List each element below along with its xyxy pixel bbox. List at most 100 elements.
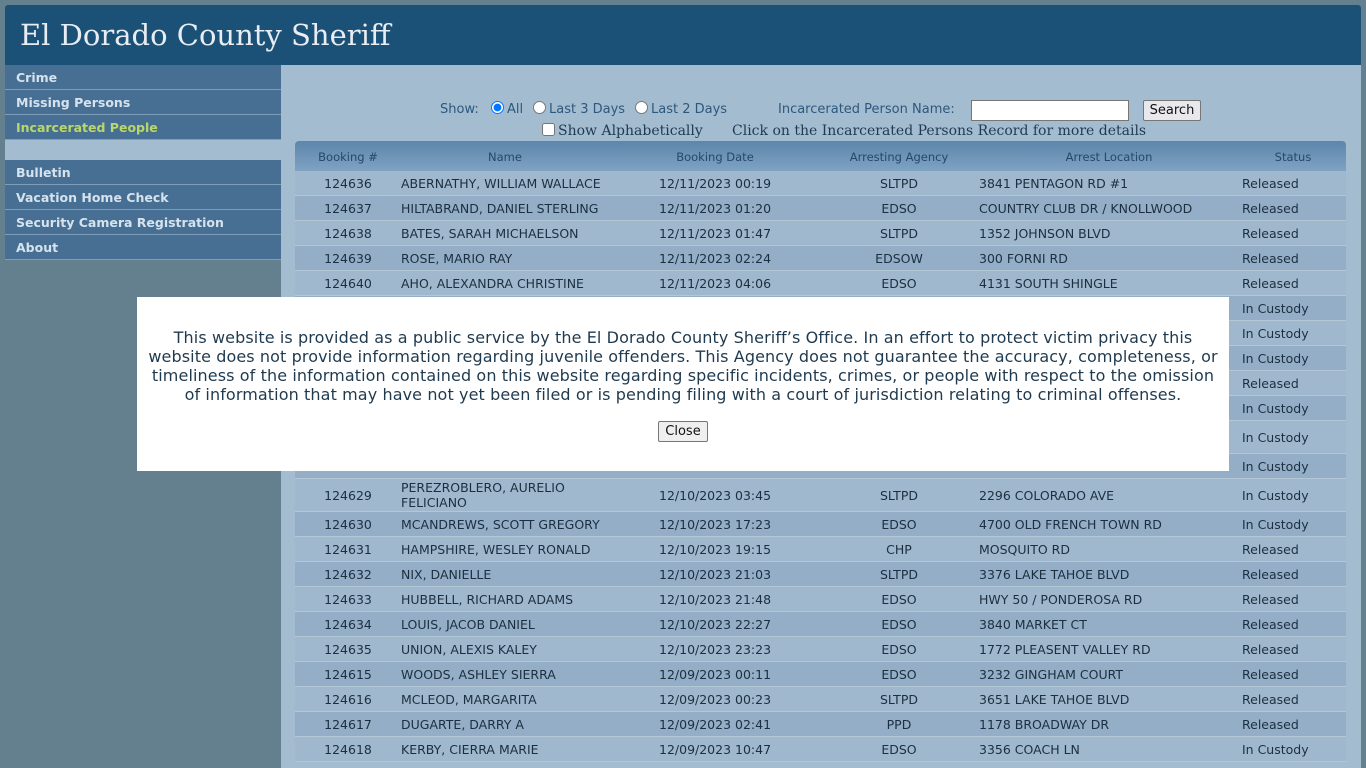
name-cell: KERBY, CIERRA MARIE <box>401 742 539 757</box>
name-cell: HILTABRAND, DANIEL STERLING <box>401 201 599 216</box>
agency-cell: SLTPD <box>880 226 918 241</box>
table-row[interactable]: 124630 MCANDREWS, SCOTT GREGORY 12/10/2023… <box>295 512 1346 537</box>
search-button[interactable]: Search <box>1143 100 1201 121</box>
status-cell: Released <box>1242 642 1299 657</box>
col-name[interactable]: Name <box>455 150 555 164</box>
location-cell: 1178 BROADWAY DR <box>979 717 1110 732</box>
nav-item-bulletin[interactable]: Bulletin <box>5 160 281 185</box>
name-cell: PEREZROBLERO, AURELIO FELICIANO <box>401 480 565 510</box>
show-last-3-days-label[interactable]: Last 3 Days <box>549 102 625 117</box>
nav-group-primary: Crime Missing Persons Incarcerated Peopl… <box>5 65 281 140</box>
status-cell: Released <box>1242 567 1299 582</box>
table-row[interactable]: 124632 NIX, DANIELLE 12/10/2023 21:03 SLTPD… <box>295 562 1346 587</box>
table-row[interactable]: 124638 BATES, SARAH MICHAELSON 12/11/2023 … <box>295 221 1346 246</box>
location-cell: 3232 GINGHAM COURT <box>979 667 1124 682</box>
booking-date-cell: 12/10/2023 19:15 <box>659 542 772 557</box>
status-cell: Released <box>1242 176 1299 191</box>
show-last-3-days-radio[interactable] <box>533 101 546 114</box>
name-cell: MCANDREWS, SCOTT GREGORY <box>401 517 600 532</box>
status-cell: In Custody <box>1242 326 1309 341</box>
table-row[interactable]: 124636 ABERNATHY, WILLIAM WALLACE 12/11/20… <box>295 171 1346 196</box>
col-booking[interactable]: Booking # <box>295 150 401 164</box>
status-cell: Released <box>1242 376 1299 391</box>
agency-cell: EDSO <box>881 742 917 757</box>
table-row[interactable]: 124635 UNION, ALEXIS KALEY 12/10/2023 23:2… <box>295 637 1346 662</box>
show-all-radio[interactable] <box>491 101 504 114</box>
nav-item-about[interactable]: About <box>5 235 281 260</box>
table-row[interactable]: 124616 MCLEOD, MARGARITA 12/09/2023 00:23 S… <box>295 687 1346 712</box>
col-arrest-location[interactable]: Arrest Location <box>1035 150 1183 164</box>
location-cell: 3376 LAKE TAHOE BLVD <box>979 567 1130 582</box>
status-cell: In Custody <box>1242 459 1309 474</box>
table-row[interactable]: 124615 WOODS, ASHLEY SIERRA 12/09/2023 00:… <box>295 662 1346 687</box>
location-cell: 2296 COLORADO AVE <box>979 488 1115 503</box>
col-arresting-agency[interactable]: Arresting Agency <box>835 150 963 164</box>
name-cell: NIX, DANIELLE <box>401 567 492 582</box>
location-cell: MOSQUITO RD <box>979 542 1070 557</box>
nav-spacer <box>5 140 281 160</box>
location-cell: HWY 50 / PONDEROSA RD <box>979 592 1143 607</box>
status-cell: Released <box>1242 226 1299 241</box>
nav-group-secondary: Bulletin Vacation Home Check Security Ca… <box>5 160 281 260</box>
close-button[interactable]: Close <box>658 421 708 442</box>
nav-item-missing-persons[interactable]: Missing Persons <box>5 90 281 115</box>
booking-cell: 124639 <box>324 251 372 266</box>
agency-cell: EDSO <box>881 592 917 607</box>
records-hint: Click on the Incarcerated Persons Record… <box>732 123 1147 139</box>
nav-item-vacation-home-check[interactable]: Vacation Home Check <box>5 185 281 210</box>
booking-date-cell: 12/11/2023 00:19 <box>659 176 772 191</box>
show-last-2-days-label[interactable]: Last 2 Days <box>651 102 727 117</box>
booking-date-cell: 12/09/2023 00:11 <box>659 667 772 682</box>
col-status[interactable]: Status <box>1255 150 1331 164</box>
table-row[interactable]: 124637 HILTABRAND, DANIEL STERLING 12/11/2… <box>295 196 1346 221</box>
booking-cell: 124615 <box>324 667 372 682</box>
agency-cell: PPD <box>886 717 912 732</box>
booking-date-cell: 12/10/2023 22:27 <box>659 617 772 632</box>
status-cell: Released <box>1242 276 1299 291</box>
agency-cell: EDSO <box>881 617 917 632</box>
status-cell: In Custody <box>1242 351 1309 366</box>
booking-date-cell: 12/09/2023 02:41 <box>659 717 772 732</box>
table-row[interactable]: 124634 LOUIS, JACOB DANIEL 12/10/2023 22:2… <box>295 612 1346 637</box>
name-cell: WOODS, ASHLEY SIERRA <box>401 667 556 682</box>
table-row[interactable]: 124640 AHO, ALEXANDRA CHRISTINE 12/11/2023… <box>295 271 1346 296</box>
table-row[interactable]: 124639 ROSE, MARIO RAY 12/11/2023 02:24 EDS… <box>295 246 1346 271</box>
name-cell: MCLEOD, MARGARITA <box>401 692 537 707</box>
col-booking-date[interactable]: Booking Date <box>655 150 775 164</box>
disclaimer-text: This website is provided as a public ser… <box>148 328 1218 404</box>
disclaimer-modal: This website is provided as a public ser… <box>137 297 1229 471</box>
agency-cell: SLTPD <box>880 176 918 191</box>
name-cell: HUBBELL, RICHARD ADAMS <box>401 592 574 607</box>
status-cell: Released <box>1242 251 1299 266</box>
nav-item-incarcerated-people[interactable]: Incarcerated People <box>5 115 281 140</box>
status-cell: In Custody <box>1242 301 1309 316</box>
nav-item-crime[interactable]: Crime <box>5 65 281 90</box>
name-cell: AHO, ALEXANDRA CHRISTINE <box>401 276 584 291</box>
name-cell: DUGARTE, DARRY A <box>401 717 524 732</box>
booking-date-cell: 12/10/2023 17:23 <box>659 517 772 532</box>
location-cell: 4131 SOUTH SHINGLE <box>979 276 1118 291</box>
site-title: El Dorado County Sheriff <box>20 18 391 52</box>
booking-date-cell: 12/11/2023 01:47 <box>659 226 772 241</box>
name-cell: BATES, SARAH MICHAELSON <box>401 226 579 241</box>
table-row[interactable]: 124618 KERBY, CIERRA MARIE 12/09/2023 10:4… <box>295 737 1346 762</box>
table-header: Booking # Name Booking Date Arresting Ag… <box>295 141 1346 171</box>
nav-item-security-camera-registration[interactable]: Security Camera Registration <box>5 210 281 235</box>
filter-controls: Show: All Last 3 Days Last 2 Days Incarc… <box>281 100 1361 121</box>
table-row[interactable]: 124633 HUBBELL, RICHARD ADAMS 12/10/2023 2… <box>295 587 1346 612</box>
booking-cell: 124635 <box>324 642 372 657</box>
table-row[interactable]: 124617 DUGARTE, DARRY A 12/09/2023 02:41 PP… <box>295 712 1346 737</box>
show-alphabetically-checkbox[interactable] <box>542 123 555 136</box>
name-search-input[interactable] <box>971 100 1129 121</box>
location-cell: 3840 MARKET CT <box>979 617 1087 632</box>
agency-cell: EDSO <box>881 642 917 657</box>
show-last-2-days-radio[interactable] <box>635 101 648 114</box>
agency-cell: EDSO <box>881 276 917 291</box>
table-row[interactable]: 124629 PEREZROBLERO, AURELIO FELICIANO 12/… <box>295 479 1346 512</box>
show-alphabetically-label[interactable]: Show Alphabetically <box>558 123 703 139</box>
show-all-label[interactable]: All <box>507 102 523 117</box>
agency-cell: EDSO <box>881 517 917 532</box>
booking-date-cell: 12/11/2023 02:24 <box>659 251 772 266</box>
booking-date-cell: 12/10/2023 03:45 <box>659 488 772 503</box>
table-row[interactable]: 124631 HAMPSHIRE, WESLEY RONALD 12/10/2023… <box>295 537 1346 562</box>
